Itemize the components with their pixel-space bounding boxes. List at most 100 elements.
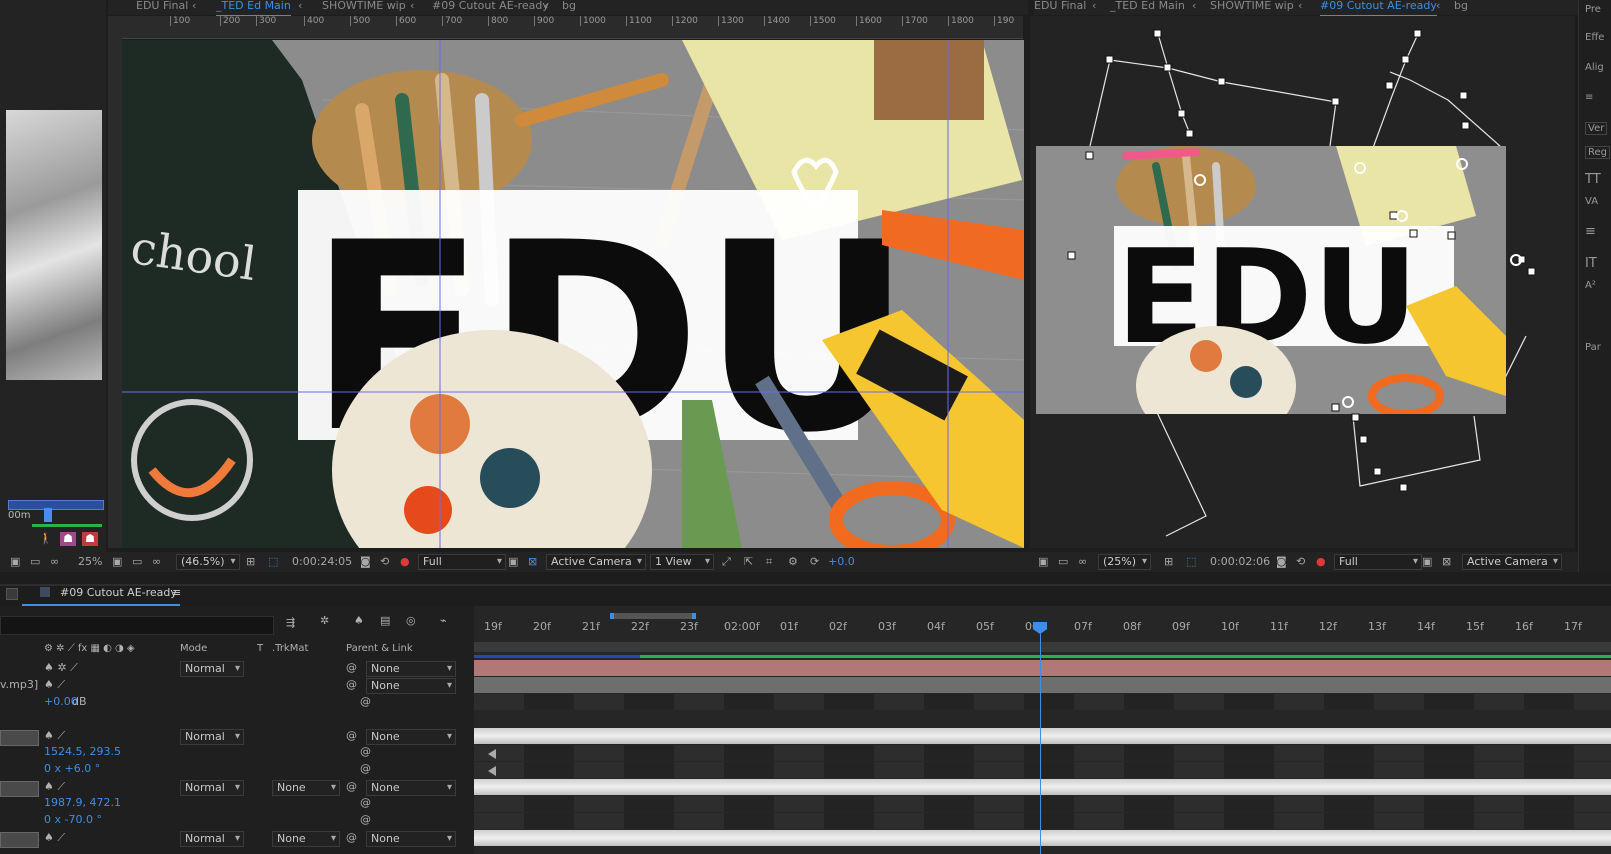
trkmat-dropdown[interactable]: None [272, 780, 340, 796]
vertical-scale-icon[interactable]: IT [1585, 256, 1597, 271]
walk-icon[interactable]: 🚶 [38, 532, 54, 546]
tab-showtime-wip[interactable]: SHOWTIME wip [1210, 0, 1294, 15]
composition-canvas[interactable]: chool EDU [122, 40, 1024, 548]
panel-label[interactable]: Pre [1585, 4, 1601, 15]
tab-showtime-wip[interactable]: SHOWTIME wip [322, 0, 406, 15]
layer-label-swatch[interactable] [0, 832, 39, 848]
close-tab-icon[interactable] [6, 588, 18, 600]
pickwhip-icon[interactable]: @ [346, 780, 357, 793]
monitor-icon[interactable]: ▭ [132, 555, 142, 568]
shy-switch-icon[interactable]: ♠ ✲ ⟋ [44, 661, 78, 675]
tab-edu-final[interactable]: EDU Final [136, 0, 188, 15]
tab-edu-final[interactable]: EDU Final [1034, 0, 1086, 15]
timecode-display[interactable]: 0:00:02:06 [1210, 555, 1270, 568]
rotation-property-row[interactable]: 0 x +6.0 ° @ [0, 762, 474, 779]
exposure-value[interactable]: +0.0 [828, 555, 855, 568]
camera-icon[interactable]: ◙ [360, 555, 371, 568]
transparency-grid-icon[interactable]: ⊠ [528, 555, 537, 568]
fast-preview-icon[interactable]: ⤢ [722, 555, 731, 569]
audio-levels-row[interactable]: +0.00 dB @ [0, 694, 474, 712]
tracking-icon[interactable]: VA [1585, 196, 1598, 207]
position-property-row[interactable]: 1524.5, 293.5 @ [0, 745, 474, 762]
tab-bg[interactable]: bg [1454, 0, 1468, 15]
glasses-icon[interactable]: ∞ [152, 555, 161, 568]
menu-icon[interactable]: ≡ [1585, 92, 1593, 103]
monitor-icon[interactable]: ▭ [1058, 555, 1068, 568]
panel-label[interactable]: Reg [1585, 146, 1610, 159]
timeline-toggle-icon[interactable]: ⇱ [744, 555, 753, 568]
mini-playhead[interactable] [44, 508, 52, 522]
position-value[interactable]: 1524.5, 293.5 [44, 745, 121, 758]
pickwhip-icon[interactable]: @ [360, 762, 371, 775]
timeline-comp-tab[interactable]: #09 Cutout AE-ready [60, 586, 177, 599]
draft-3d-icon[interactable]: ✲ [320, 614, 329, 627]
motion-blur-icon[interactable]: ◎ [406, 614, 416, 627]
position-property-row[interactable]: 1987.9, 472.1 @ [0, 796, 474, 813]
layer-row[interactable]: v.mp3] ♠ ⟋ @ None [0, 677, 474, 695]
monitor-icon[interactable]: ▭ [30, 555, 40, 568]
pickwhip-icon[interactable]: @ [346, 729, 357, 742]
pickwhip-icon[interactable]: @ [360, 695, 371, 708]
tab-menu-icon[interactable]: ≡ [172, 586, 181, 599]
comp-mini-flowchart-icon[interactable]: ⇶ [286, 616, 295, 629]
layer-handles[interactable] [1030, 16, 1575, 548]
playhead-line[interactable] [1040, 626, 1041, 854]
camera-dropdown[interactable]: Active Camera [1462, 554, 1562, 570]
magnification-dropdown[interactable]: (25%) [1098, 554, 1152, 570]
keyframe-icon[interactable] [488, 766, 496, 776]
layer-row[interactable]: ♠ ⟋ Normal None @ None [0, 779, 474, 797]
mask-toggle-icon[interactable]: ⬚ [1186, 555, 1196, 568]
views-dropdown[interactable]: 1 View [650, 554, 714, 570]
reset-exposure-icon[interactable]: ⟳ [810, 555, 819, 568]
flowchart-icon[interactable]: ⚙ [788, 555, 798, 568]
region-icon[interactable]: ▣ [508, 555, 518, 568]
rotation-value[interactable]: 0 x +6.0 ° [44, 762, 100, 775]
horizontal-ruler[interactable]: 100 200 300 400 500 600 700 800 900 1000… [108, 16, 1023, 39]
panel-label[interactable]: Effe [1585, 32, 1604, 43]
grid-icon[interactable]: ⊞ [1164, 555, 1173, 568]
layer-row[interactable]: ♠ ⟋ Normal @ None [0, 728, 474, 746]
shy-switch-icon[interactable]: ♠ ⟋ [44, 729, 65, 743]
channels-icon[interactable]: ● [400, 555, 410, 568]
layer-mode-dropdown[interactable]: Normal [180, 729, 244, 745]
snapshot-icon[interactable]: ⟲ [380, 555, 389, 568]
tab-bg[interactable]: bg [562, 0, 576, 15]
comp-flowchart-icon[interactable]: ⌗ [766, 555, 772, 569]
layer-label-swatch[interactable] [0, 730, 39, 746]
graph-editor-icon[interactable]: ⌁ [440, 614, 447, 627]
always-preview-icon[interactable]: ▣ [10, 555, 20, 568]
layer-row[interactable]: ♠ ⟋ Normal None @ None [0, 830, 474, 848]
magnification-dropdown[interactable]: (46.5%) [176, 554, 240, 570]
frame-blending-icon[interactable]: ▤ [380, 614, 390, 627]
tab-ted-ed-main[interactable]: _TED Ed Main [1110, 0, 1185, 15]
red-figure-icon[interactable]: ☗ [82, 532, 98, 546]
tab-ted-ed-main[interactable]: _TED Ed Main [216, 0, 291, 17]
tab-cutout[interactable]: #09 Cutout AE-ready [432, 0, 549, 15]
timecode-display[interactable]: 0:00:24:05 [292, 555, 352, 568]
audio-layer-name[interactable]: v.mp3] [0, 678, 38, 691]
layer-mode-dropdown[interactable]: Normal [180, 831, 244, 847]
preview-icon[interactable]: ▣ [112, 555, 122, 568]
glasses-icon[interactable]: ∞ [1078, 555, 1087, 568]
layer-bar[interactable] [474, 779, 1611, 795]
shy-switch-icon[interactable]: ♠ ⟋ [44, 678, 65, 692]
resolution-dropdown[interactable]: Full [1334, 554, 1422, 570]
vertical-ruler[interactable] [108, 38, 122, 548]
layer-bar[interactable] [474, 728, 1611, 744]
mini-timeline-track[interactable] [8, 500, 104, 510]
rotation-value[interactable]: 0 x -70.0 ° [44, 813, 102, 826]
zoom-left-value[interactable]: 25% [78, 555, 102, 568]
right-composition-viewer[interactable]: EDU [1030, 16, 1575, 548]
position-value[interactable]: 1987.9, 472.1 [44, 796, 121, 809]
layer-label-swatch[interactable] [0, 781, 39, 797]
preview-icon[interactable]: ▣ [1038, 555, 1048, 568]
pickwhip-icon[interactable]: @ [346, 831, 357, 844]
resolution-dropdown[interactable]: Full [418, 554, 506, 570]
pickwhip-icon[interactable]: @ [346, 661, 357, 674]
pickwhip-icon[interactable]: @ [360, 796, 371, 809]
parent-dropdown[interactable]: None [366, 831, 456, 847]
trkmat-dropdown[interactable]: None [272, 831, 340, 847]
panel-label[interactable]: Par [1585, 342, 1601, 353]
region-icon[interactable]: ▣ [1422, 555, 1432, 568]
footage-thumbnail[interactable] [6, 110, 102, 380]
